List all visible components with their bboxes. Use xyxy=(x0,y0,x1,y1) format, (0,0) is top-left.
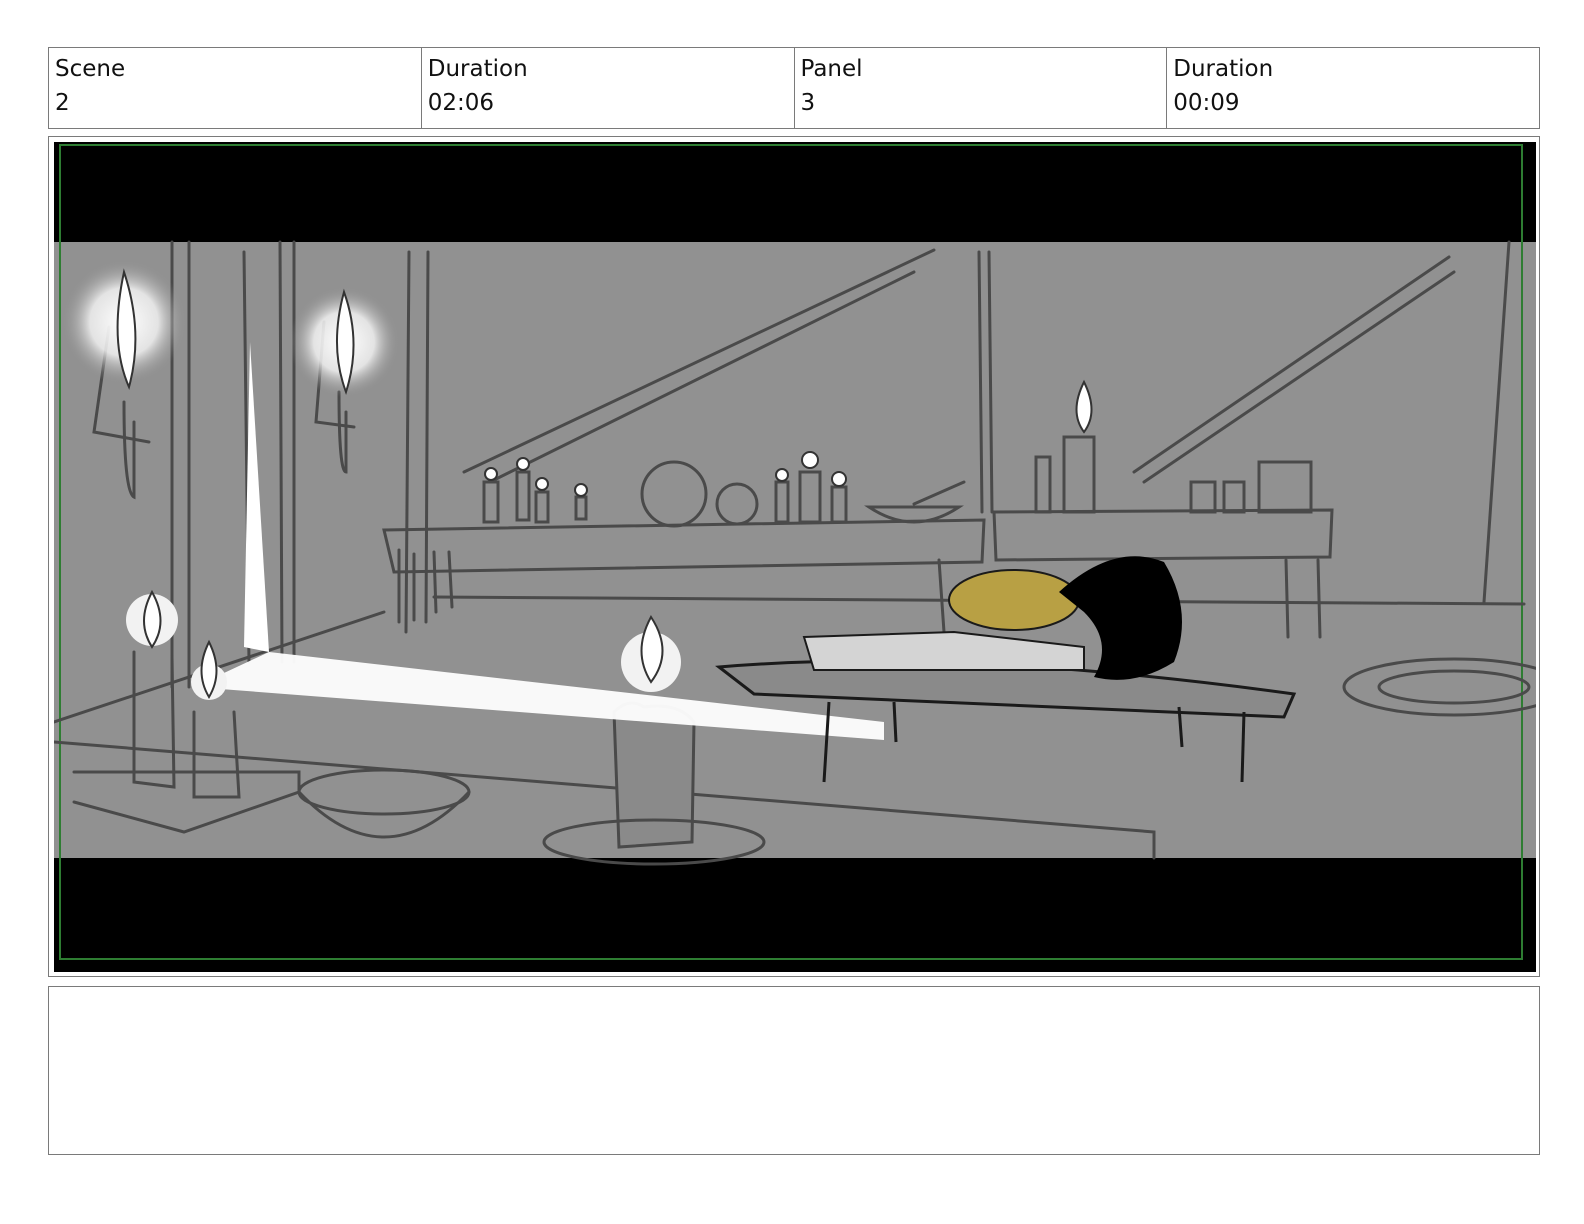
letterbox-top xyxy=(54,142,1536,242)
scene-duration-value: 02:06 xyxy=(427,90,495,116)
panel-label: Panel xyxy=(800,56,863,82)
scene-duration-cell: Duration 02:06 xyxy=(422,48,795,128)
storyboard-panel-frame xyxy=(48,136,1540,977)
panel-cell: Panel 3 xyxy=(795,48,1168,128)
panel-duration-value: 00:09 xyxy=(1173,90,1240,116)
panel-number: 3 xyxy=(800,90,816,116)
panel-duration-cell: Duration 00:09 xyxy=(1167,48,1539,128)
letterbox-bottom xyxy=(54,858,1536,972)
scene-cell: Scene 2 xyxy=(49,48,422,128)
scene-number: 2 xyxy=(55,90,70,116)
storyboard-header: Scene 2 Duration 02:06 Panel 3 Duration … xyxy=(48,47,1540,129)
scene-label: Scene xyxy=(55,56,126,82)
figure-hair xyxy=(948,569,1080,631)
panel-sketch xyxy=(54,142,1536,972)
panel-notes-box xyxy=(48,986,1540,1155)
scene-duration-label: Duration xyxy=(427,56,528,82)
panel-duration-label: Duration xyxy=(1173,56,1274,82)
